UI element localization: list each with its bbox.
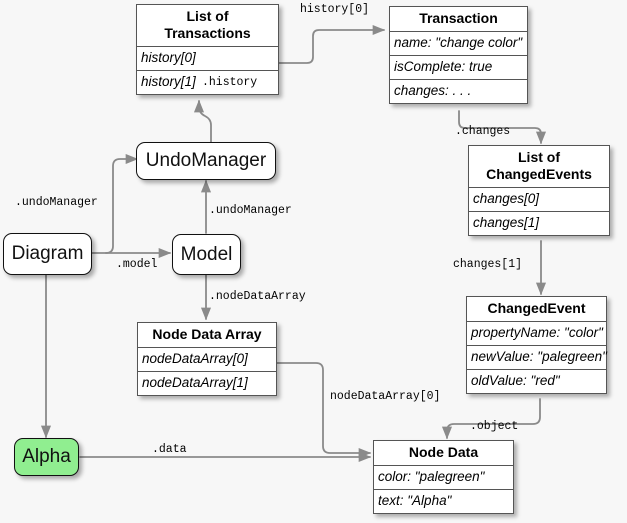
- node-label: Diagram: [11, 243, 84, 264]
- node-header: Node Data: [374, 441, 513, 466]
- node-diagram[interactable]: Diagram: [3, 233, 92, 275]
- link-label-nodedataarray: .nodeDataArray: [209, 290, 306, 303]
- node-row: name: "change color": [390, 32, 527, 56]
- node-row: changes[0]: [469, 188, 609, 212]
- node-header: Node Data Array: [138, 323, 276, 348]
- node-row: history[0]: [137, 47, 278, 71]
- link-label-changes-1: changes[1]: [453, 258, 523, 271]
- node-row: color: "palegreen": [374, 466, 513, 490]
- link-undomanager-from-diagram: [105, 153, 139, 254]
- link-label-model: .model: [116, 258, 158, 271]
- link-label-undomanager-from-model: .undoManager: [209, 204, 292, 217]
- link-label-changes: .changes: [455, 125, 511, 138]
- node-row: changes[1]: [473, 215, 540, 230]
- link-nodedataarray-0: [276, 362, 372, 459]
- link-label-data: .data: [152, 443, 187, 456]
- node-label: Model: [180, 243, 233, 265]
- node-node-data-array[interactable]: Node Data Array nodeDataArray[0] nodeDat…: [137, 322, 277, 396]
- node-model[interactable]: Model: [172, 234, 241, 275]
- node-undo-manager[interactable]: UndoManager: [136, 142, 276, 180]
- node-header: Transaction: [390, 7, 527, 32]
- node-transaction[interactable]: Transaction name: "change color" isCompl…: [389, 6, 528, 104]
- node-header: List of ChangedEvents: [469, 146, 609, 188]
- link-layer: [40, 24, 547, 463]
- node-header: ChangedEvent: [467, 297, 606, 322]
- node-label: UndoManager: [145, 150, 267, 171]
- node-changed-event[interactable]: ChangedEvent propertyName: "color" newVa…: [466, 296, 607, 394]
- node-row: oldValue: "red": [471, 373, 560, 388]
- node-header: List of Transactions: [137, 5, 278, 47]
- node-row: text: "Alpha": [378, 493, 452, 508]
- link-label-undomanager-from-diagram: .undoManager: [15, 196, 98, 209]
- node-label: Alpha: [22, 446, 71, 467]
- diagram-canvas[interactable]: List of Transactions history[0] history[…: [0, 0, 627, 523]
- link-history-0: [278, 24, 386, 64]
- node-row: nodeDataArray[1]: [142, 375, 248, 390]
- link-label-history-0: history[0]: [300, 3, 370, 16]
- link-label-nodedataarray-0: nodeDataArray[0]: [330, 390, 441, 403]
- node-row: newValue: "palegreen": [467, 346, 607, 370]
- node-list-of-changed-events[interactable]: List of ChangedEvents changes[0] changes…: [468, 145, 610, 236]
- node-row: changes: . . .: [394, 83, 472, 98]
- node-row: propertyName: "color": [467, 322, 606, 346]
- link-label-object: .object: [470, 420, 519, 433]
- link-history: [193, 99, 212, 143]
- node-row: isComplete: true: [390, 56, 527, 80]
- node-node-data[interactable]: Node Data color: "palegreen" text: "Alph…: [373, 440, 514, 514]
- link-label-history: .history: [202, 76, 258, 89]
- node-alpha[interactable]: Alpha: [14, 438, 79, 476]
- node-row: nodeDataArray[0]: [138, 348, 276, 372]
